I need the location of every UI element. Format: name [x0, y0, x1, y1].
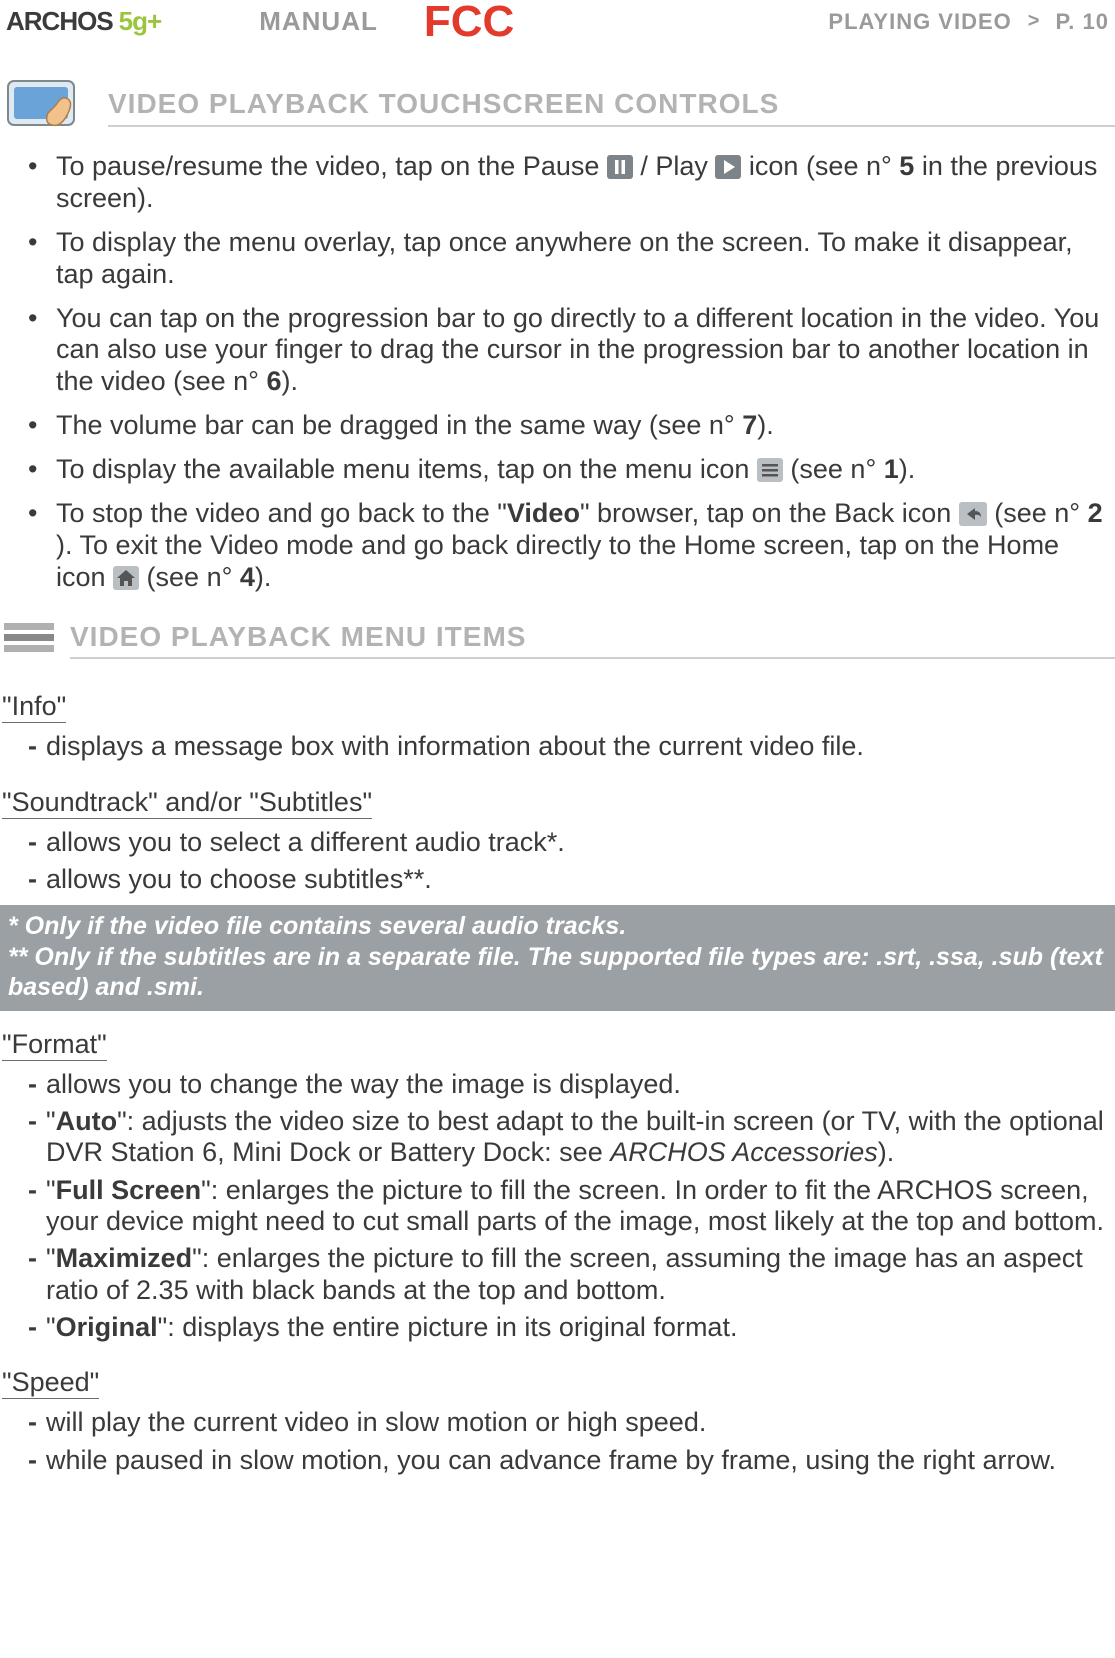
bullet-pause-resume: To pause/resume the video, tap on the Pa…: [28, 151, 1115, 215]
bullet-menu-items: To display the available menu items, tap…: [28, 454, 1115, 486]
model-label: 5g+: [119, 6, 162, 37]
speed-heading: "Speed": [2, 1367, 99, 1399]
text: ).: [255, 562, 272, 592]
text: ).: [878, 1137, 895, 1167]
text: ).: [281, 366, 298, 396]
text: ": adjusts the video size to best adapt …: [46, 1106, 1104, 1167]
text: To stop the video and go back to the ": [56, 498, 507, 528]
text: To display the available menu items, tap…: [56, 454, 757, 484]
soundtrack-subtitles-desc: allows you to choose subtitles**.: [28, 864, 1115, 895]
info-heading: "Info": [2, 691, 66, 723]
info-desc: displays a message box with information …: [28, 731, 1115, 762]
format-fullscreen: "Full Screen": enlarges the picture to f…: [28, 1175, 1115, 1238]
section-title: VIDEO PLAYBACK MENU ITEMS: [70, 618, 1115, 660]
text: ": [46, 1175, 56, 1205]
text: (see n°: [987, 498, 1088, 528]
pause-icon: [607, 155, 633, 179]
auto-label: Auto: [56, 1106, 117, 1136]
format-maximized: "Maximized": enlarges the picture to fil…: [28, 1243, 1115, 1306]
text: ": enlarges the picture to fill the scre…: [46, 1175, 1104, 1236]
text: ": displays the entire picture in its or…: [158, 1312, 738, 1342]
ref-num-4: 4: [240, 562, 255, 594]
ref-num-2: 2: [1088, 498, 1103, 530]
section-breadcrumb: PLAYING VIDEO: [828, 9, 1011, 35]
format-heading: "Format": [2, 1029, 107, 1061]
text: (see n°: [139, 562, 240, 592]
page-header: ARCHOS 5g+ MANUAL FCC PLAYING VIDEO > P.…: [0, 0, 1115, 41]
accessories-ref: ARCHOS Accessories: [610, 1137, 878, 1167]
format-original: "Original": displays the entire picture …: [28, 1312, 1115, 1343]
soundtrack-heading: "Soundtrack" and/or "Subtitles": [2, 787, 372, 819]
text: ": enlarges the picture to fill the scre…: [46, 1243, 1083, 1304]
breadcrumb-separator: >: [1020, 10, 1048, 33]
speed-desc-1: will play the current video in slow moti…: [28, 1407, 1115, 1438]
text: ": [46, 1106, 56, 1136]
format-desc: allows you to change the way the image i…: [28, 1069, 1115, 1100]
text: icon (see n°: [741, 151, 899, 181]
fcc-label: FCC: [424, 4, 514, 39]
text: ": [46, 1312, 56, 1342]
manual-label: MANUAL: [259, 6, 378, 37]
text: ).: [757, 410, 774, 440]
soundtrack-audio-desc: allows you to select a different audio t…: [28, 827, 1115, 858]
back-icon: [959, 502, 987, 526]
page-number: P. 10: [1055, 9, 1109, 35]
text: " browser, tap on the Back icon: [580, 498, 959, 528]
text: (see n°: [783, 454, 884, 484]
play-icon: [715, 155, 741, 179]
menu-format: "Format" allows you to change the way th…: [0, 1011, 1115, 1344]
touchscreen-icon: [6, 75, 86, 137]
bullet-volume-bar: The volume bar can be dragged in the sam…: [28, 410, 1115, 442]
home-icon: [113, 566, 139, 590]
original-label: Original: [56, 1312, 158, 1342]
touchscreen-controls-list: To pause/resume the video, tap on the Pa…: [0, 151, 1115, 593]
ref-num-7: 7: [742, 410, 757, 442]
menu-items-icon: [2, 619, 56, 657]
footnote-box: * Only if the video file contains severa…: [0, 905, 1115, 1011]
menu-speed: "Speed" will play the current video in s…: [0, 1349, 1115, 1476]
text: You can tap on the progression bar to go…: [56, 303, 1099, 397]
video-label: Video: [507, 498, 580, 528]
section-menu-items: VIDEO PLAYBACK MENU ITEMS: [2, 618, 1115, 660]
brand-logo: ARCHOS: [6, 6, 113, 37]
menu-info: "Info" displays a message box with infor…: [0, 673, 1115, 762]
text: ).: [899, 454, 916, 484]
ref-num-1: 1: [884, 454, 899, 486]
text: / Play: [633, 151, 716, 181]
text: The volume bar can be dragged in the sam…: [56, 410, 742, 440]
maximized-label: Maximized: [56, 1243, 193, 1273]
format-auto: "Auto": adjusts the video size to best a…: [28, 1106, 1115, 1169]
bullet-menu-overlay: To display the menu overlay, tap once an…: [28, 227, 1115, 291]
text: ": [46, 1243, 56, 1273]
menu-soundtrack: "Soundtrack" and/or "Subtitles" allows y…: [0, 769, 1115, 896]
footnote-2: ** Only if the subtitles are in a separa…: [8, 942, 1107, 1003]
section-title: VIDEO PLAYBACK TOUCHSCREEN CONTROLS: [108, 85, 1115, 127]
bullet-stop-back: To stop the video and go back to the "Vi…: [28, 498, 1115, 594]
menu-icon: [757, 458, 783, 482]
speed-desc-2: while paused in slow motion, you can adv…: [28, 1445, 1115, 1476]
text: To pause/resume the video, tap on the Pa…: [56, 151, 607, 181]
ref-num-5: 5: [899, 151, 914, 183]
ref-num-6: 6: [266, 366, 281, 398]
fullscreen-label: Full Screen: [56, 1175, 202, 1205]
section-touchscreen-controls: VIDEO PLAYBACK TOUCHSCREEN CONTROLS: [6, 75, 1115, 137]
footnote-1: * Only if the video file contains severa…: [8, 911, 1107, 942]
bullet-progression-bar: You can tap on the progression bar to go…: [28, 303, 1115, 399]
